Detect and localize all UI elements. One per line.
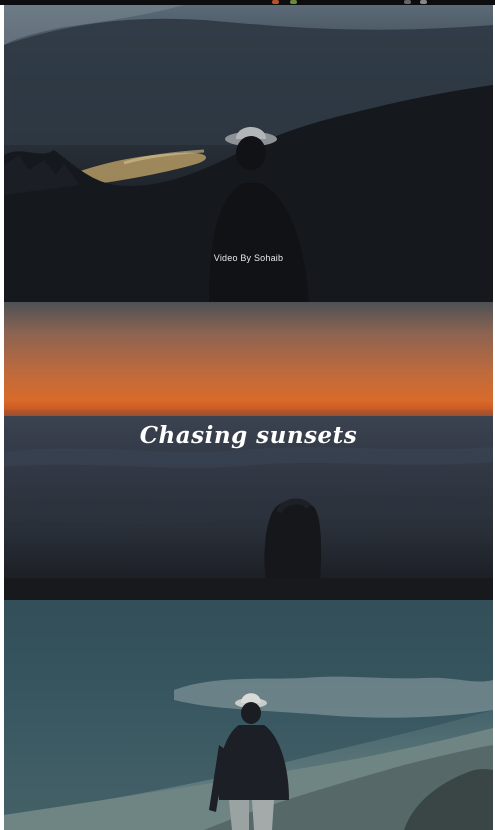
status-icon-orange (272, 0, 279, 4)
video-credit-caption: Video By Sohaib (213, 253, 284, 263)
video-page: Video By Sohaib Chasing sunsets (0, 0, 495, 830)
video-title-script: Chasing sunsets (139, 422, 358, 449)
video-frame-hat-silhouette[interactable]: Video By Sohaib (4, 5, 493, 302)
video-frame-coast[interactable] (4, 600, 493, 830)
frame-3-scene (4, 600, 493, 830)
status-icon-green (290, 0, 297, 4)
video-frame-sunset[interactable]: Chasing sunsets (4, 302, 493, 600)
frame-2-scene (4, 410, 493, 600)
status-icon-grey (404, 0, 411, 4)
status-icon-grey-2 (420, 0, 427, 4)
